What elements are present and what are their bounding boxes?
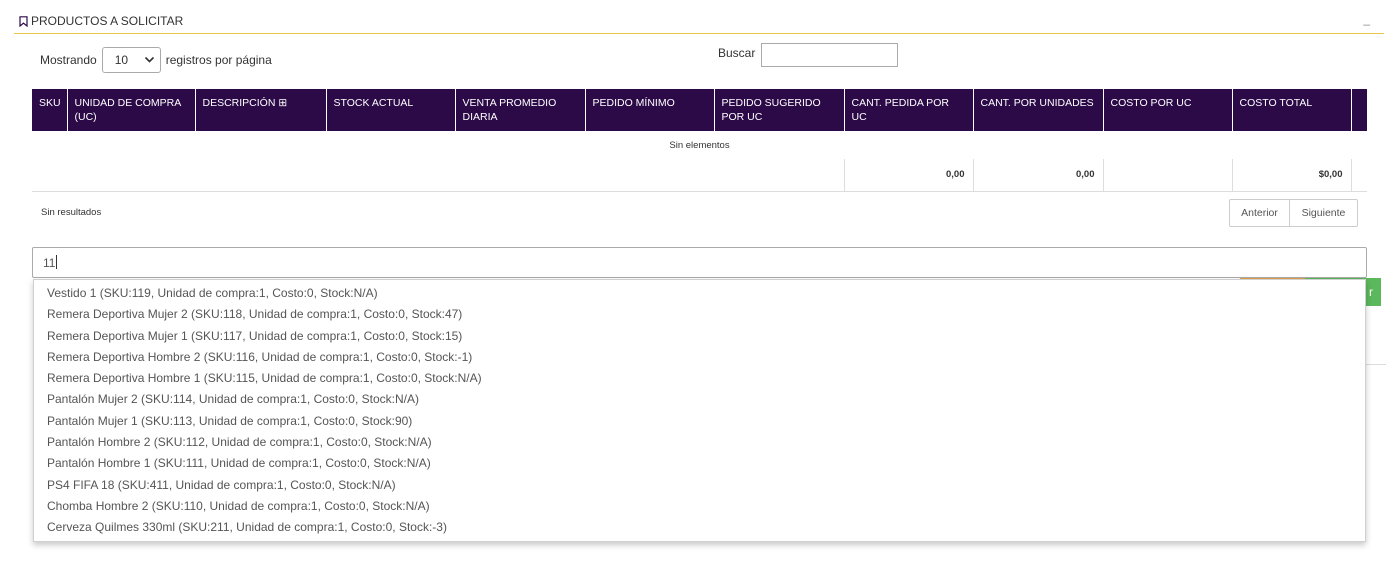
length-prefix: Mostrando (40, 53, 97, 67)
product-search-input[interactable]: 11 (32, 247, 1367, 278)
previous-page-button[interactable]: Anterior (1229, 199, 1290, 227)
column-header-stock[interactable]: STOCK ACTUAL (326, 89, 456, 131)
column-header-cant-pedida[interactable]: CANT. PEDIDA POR UC (844, 89, 974, 131)
length-suffix: registros por página (165, 53, 272, 67)
column-header-pedido-minimo[interactable]: PEDIDO MÍNIMO (585, 89, 715, 131)
products-table: SKU UNIDAD DE COMPRA (UC) DESCRIPCIÓN ⊞ … (32, 89, 1367, 192)
suggestion-item[interactable]: Pantalón Hombre 1 (SKU:111, Unidad de co… (34, 453, 1365, 474)
search-control: Buscar (718, 43, 899, 67)
column-header-spacer (1351, 89, 1367, 131)
suggestions-dropdown: Vestido 1 (SKU:119, Unidad de compra:1, … (33, 279, 1366, 542)
column-header-descripcion[interactable]: DESCRIPCIÓN ⊞ (195, 89, 327, 131)
pagination: Anterior Siguiente (1229, 199, 1358, 227)
suggestion-item[interactable]: Remera Deportiva Mujer 2 (SKU:118, Unida… (34, 304, 1365, 325)
empty-row: Sin elementos (32, 131, 1367, 159)
panel-title: PRODUCTOS A SOLICITAR (19, 14, 183, 28)
bookmark-icon (19, 15, 28, 27)
column-header-pedido-sugerido[interactable]: PEDIDO SUGERIDO POR UC (714, 89, 845, 131)
total-cant-unidades: 0,00 (972, 159, 1103, 192)
chevron-down-icon (144, 56, 154, 63)
suggestion-item[interactable]: Remera Deportiva Hombre 2 (SKU:116, Unid… (34, 347, 1365, 368)
search-input[interactable] (761, 43, 899, 67)
column-header-sku[interactable]: SKU (32, 89, 68, 131)
panel-header: PRODUCTOS A SOLICITAR _ (14, 10, 1384, 34)
totals-row: 0,00 0,00 $0,00 (32, 159, 1367, 192)
suggestion-item[interactable]: Remera Deportiva Mujer 1 (SKU:117, Unida… (34, 326, 1365, 347)
page-length-select[interactable]: 10 (101, 47, 161, 73)
column-header-costo-total[interactable]: COSTO TOTAL (1232, 89, 1352, 131)
suggestion-item[interactable]: PS4 FIFA 18 (SKU:411, Unidad de compra:1… (34, 475, 1365, 496)
section-divider (1366, 364, 1386, 365)
collapse-button[interactable]: _ (1363, 12, 1370, 26)
text-caret (56, 255, 58, 269)
empty-message: Sin elementos (669, 139, 730, 151)
total-costo-uc (1102, 159, 1232, 192)
suggestion-item[interactable]: Remera Deportiva Hombre 1 (SKU:115, Unid… (34, 368, 1365, 389)
column-header-cant-unidades[interactable]: CANT. POR UNIDADES (973, 89, 1104, 131)
next-page-button[interactable]: Siguiente (1290, 199, 1358, 227)
column-header-unidad[interactable]: UNIDAD DE COMPRA (UC) (67, 89, 196, 131)
product-search-value: 11 (43, 256, 56, 270)
suggestion-item[interactable]: Pantalón Mujer 2 (SKU:114, Unidad de com… (34, 389, 1365, 410)
table-info: Sin resultados (41, 207, 102, 218)
total-costo-total: $0,00 (1231, 159, 1351, 192)
search-label: Buscar (718, 46, 756, 60)
totals-spacer (32, 159, 844, 192)
page-length-value: 10 (114, 53, 129, 67)
column-header-venta[interactable]: VENTA PROMEDIO DIARIA (455, 89, 586, 131)
suggestion-item[interactable]: Vestido 1 (SKU:119, Unidad de compra:1, … (34, 283, 1365, 304)
suggestion-item[interactable]: Pantalón Mujer 1 (SKU:113, Unidad de com… (34, 411, 1365, 432)
length-control: Mostrando 10 registros por página (40, 47, 272, 73)
total-spacer (1350, 159, 1367, 192)
total-cant-pedida: 0,00 (843, 159, 973, 192)
column-header-costo-uc[interactable]: COSTO POR UC (1103, 89, 1233, 131)
panel-title-text: PRODUCTOS A SOLICITAR (31, 14, 184, 28)
suggestion-item[interactable]: Chomba Hombre 2 (SKU:110, Unidad de comp… (34, 496, 1365, 517)
suggestion-item[interactable]: Pantalón Hombre 2 (SKU:112, Unidad de co… (34, 432, 1365, 453)
suggestion-item[interactable]: Cerveza Quilmes 330ml (SKU:211, Unidad d… (34, 517, 1365, 538)
table-header-row: SKU UNIDAD DE COMPRA (UC) DESCRIPCIÓN ⊞ … (32, 89, 1367, 131)
